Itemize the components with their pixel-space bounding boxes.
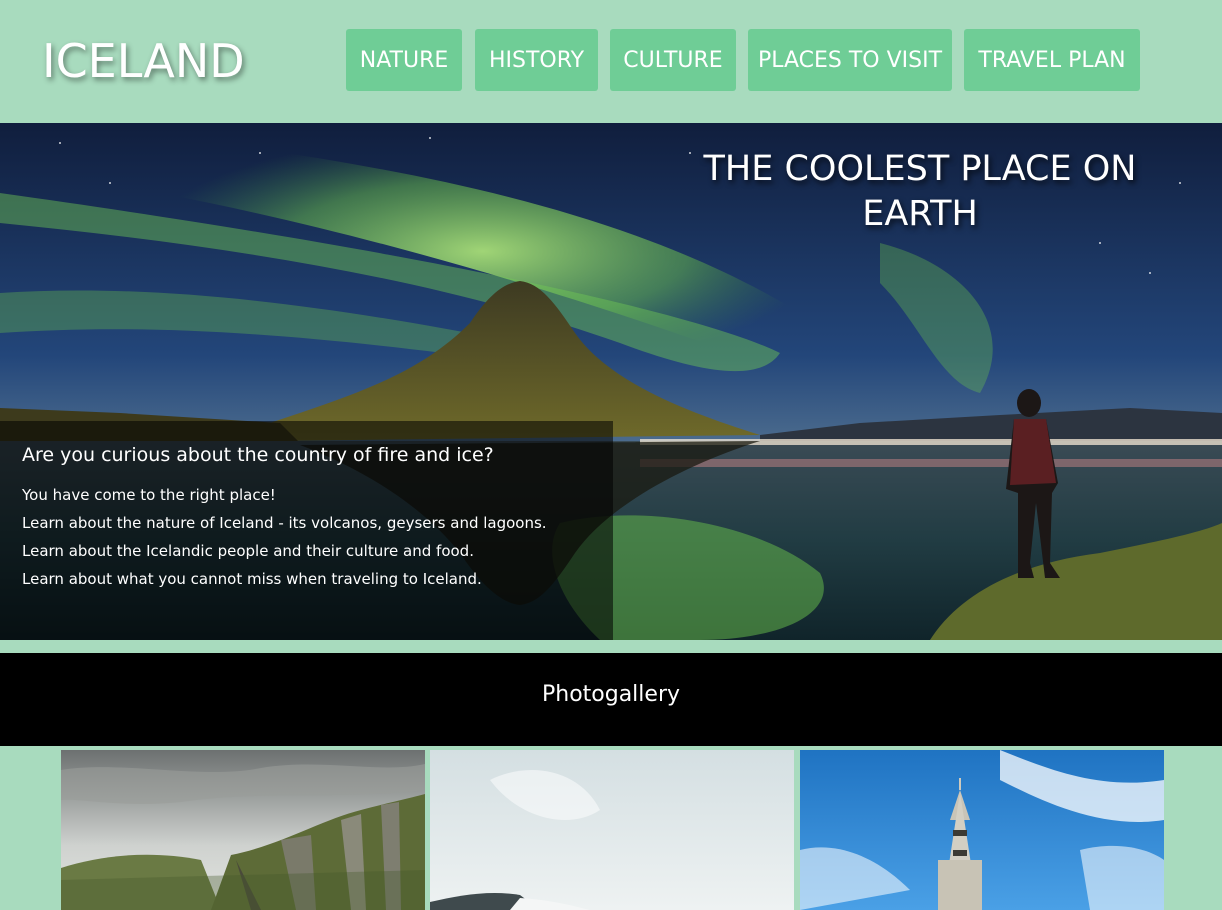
gallery-header: Photogallery	[0, 653, 1222, 746]
intro-line: Learn about what you cannot miss when tr…	[22, 570, 482, 588]
nav-history-button[interactable]: HISTORY	[475, 29, 598, 91]
hero-banner: THE COOLEST PLACE ON EARTH Are you curio…	[0, 123, 1222, 640]
gallery-title: Photogallery	[541, 682, 681, 707]
intro-heading: Are you curious about the country of fir…	[22, 444, 494, 466]
nav-nature-button[interactable]: NATURE	[346, 29, 462, 91]
intro-panel: Are you curious about the country of fir…	[0, 421, 613, 640]
coast-photo	[430, 750, 794, 910]
gallery-thumbnail-church[interactable]	[800, 750, 1164, 910]
nav-travel-plan-button[interactable]: TRAVEL PLAN	[964, 29, 1140, 91]
site-header: ICELAND NATURE HISTORY CULTURE PLACES TO…	[0, 0, 1222, 123]
intro-line: You have come to the right place!	[22, 486, 276, 504]
gallery-thumbnail-canyon[interactable]	[61, 750, 425, 910]
hero-title: THE COOLEST PLACE ON EARTH	[703, 149, 1137, 234]
nav-culture-button[interactable]: CULTURE	[610, 29, 736, 91]
intro-line: Learn about the nature of Iceland - its …	[22, 514, 547, 532]
church-photo	[800, 750, 1164, 910]
gallery-thumbnail-coast[interactable]	[430, 750, 794, 910]
site-logo[interactable]: ICELAND	[42, 34, 245, 88]
canyon-photo	[61, 750, 425, 910]
intro-line: Learn about the Icelandic people and the…	[22, 542, 474, 560]
nav-places-to-visit-button[interactable]: PLACES TO VISIT	[748, 29, 952, 91]
